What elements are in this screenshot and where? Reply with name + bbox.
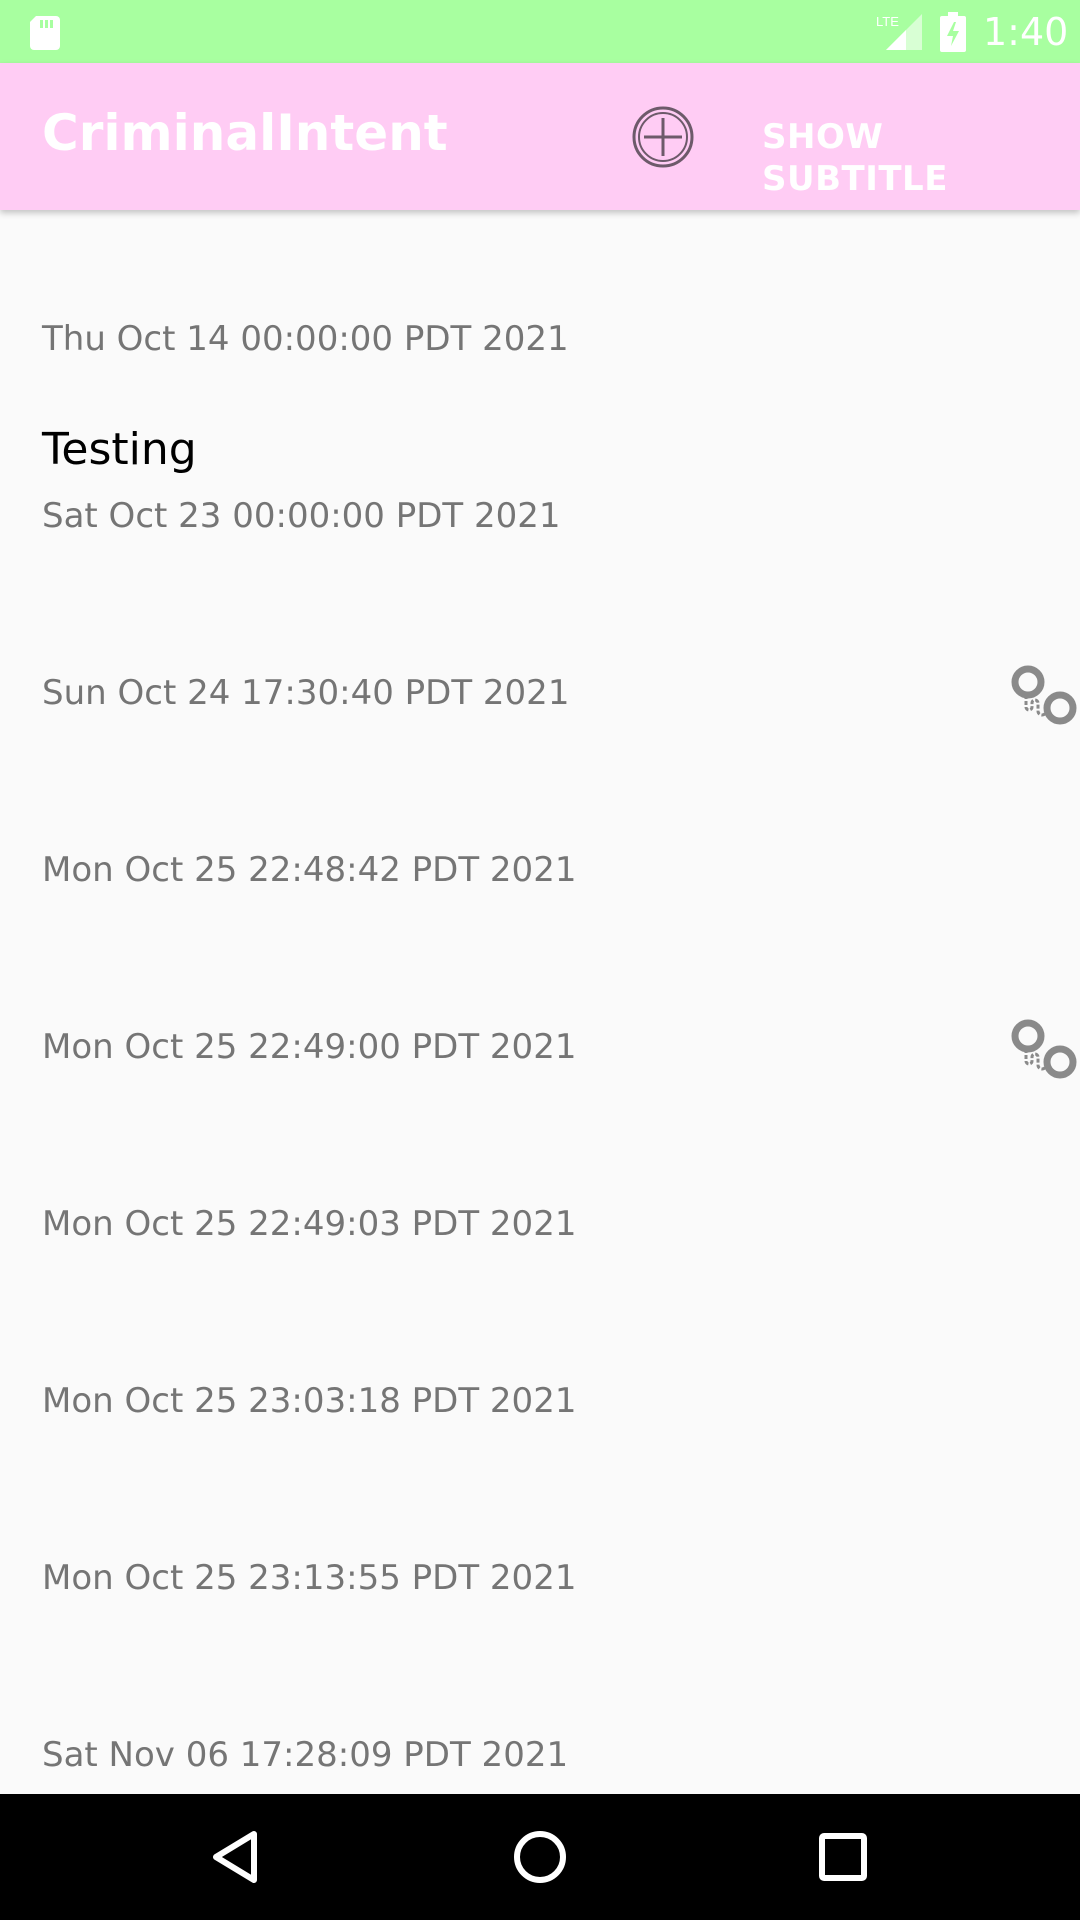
crime-list-item[interactable]: Thu Oct 14 00:00:00 PDT 2021 (0, 210, 1080, 387)
crime-list-item[interactable]: Mon Oct 25 22:49:00 PDT 2021 (0, 918, 1080, 1095)
navigation-bar (0, 1794, 1080, 1920)
crime-date: Sat Nov 06 17:28:09 PDT 2021 (42, 1735, 569, 1775)
crime-date: Mon Oct 25 22:48:42 PDT 2021 (42, 850, 577, 890)
crime-date: Sat Oct 23 00:00:00 PDT 2021 (42, 496, 561, 536)
crime-list-item[interactable]: Mon Oct 25 22:49:03 PDT 2021 (0, 1095, 1080, 1272)
home-button[interactable] (507, 1824, 573, 1890)
crime-list-item[interactable]: Mon Oct 25 22:48:42 PDT 2021 (0, 741, 1080, 918)
app-bar: CriminalIntent SHOW SUBTITLE (0, 63, 1080, 210)
crime-list-item[interactable]: Mon Oct 25 23:13:55 PDT 2021 (0, 1449, 1080, 1626)
crime-list-item[interactable]: Sat Nov 06 17:28:09 PDT 2021 (0, 1626, 1080, 1794)
crime-date: Mon Oct 25 23:13:55 PDT 2021 (42, 1558, 577, 1598)
handcuffs-icon (1010, 664, 1080, 732)
new-crime-button[interactable] (629, 103, 697, 171)
status-bar: LTE 1:40 (0, 0, 1080, 63)
crime-date: Mon Oct 25 23:03:18 PDT 2021 (42, 1381, 577, 1421)
recents-button[interactable] (810, 1824, 876, 1890)
battery-charging-icon (940, 12, 966, 56)
sd-card-icon (30, 14, 62, 54)
crime-date: Sun Oct 24 17:30:40 PDT 2021 (42, 673, 570, 713)
svg-text:LTE: LTE (876, 14, 899, 29)
crime-date: Thu Oct 14 00:00:00 PDT 2021 (42, 319, 569, 359)
crime-list-item[interactable]: Sun Oct 24 17:30:40 PDT 2021 (0, 564, 1080, 741)
lte-signal-icon: LTE (876, 12, 922, 56)
app-title: CriminalIntent (42, 104, 448, 162)
back-button[interactable] (204, 1824, 270, 1890)
crime-date: Mon Oct 25 22:49:00 PDT 2021 (42, 1027, 577, 1067)
crime-list-item[interactable]: Testing Sat Oct 23 00:00:00 PDT 2021 (0, 387, 1080, 564)
show-subtitle-button[interactable]: SHOW SUBTITLE (762, 116, 1080, 200)
crime-list[interactable]: Thu Oct 14 00:00:00 PDT 2021 Testing Sat… (0, 210, 1080, 1794)
recents-icon (819, 1833, 867, 1881)
handcuffs-icon (1010, 1018, 1080, 1086)
back-icon (213, 1831, 257, 1883)
status-time: 1:40 (983, 10, 1069, 54)
home-icon (514, 1831, 566, 1883)
crime-list-item[interactable]: Mon Oct 25 23:03:18 PDT 2021 (0, 1272, 1080, 1449)
crime-date: Mon Oct 25 22:49:03 PDT 2021 (42, 1204, 577, 1244)
add-circle-icon (632, 106, 694, 168)
crime-title: Testing (42, 424, 197, 475)
